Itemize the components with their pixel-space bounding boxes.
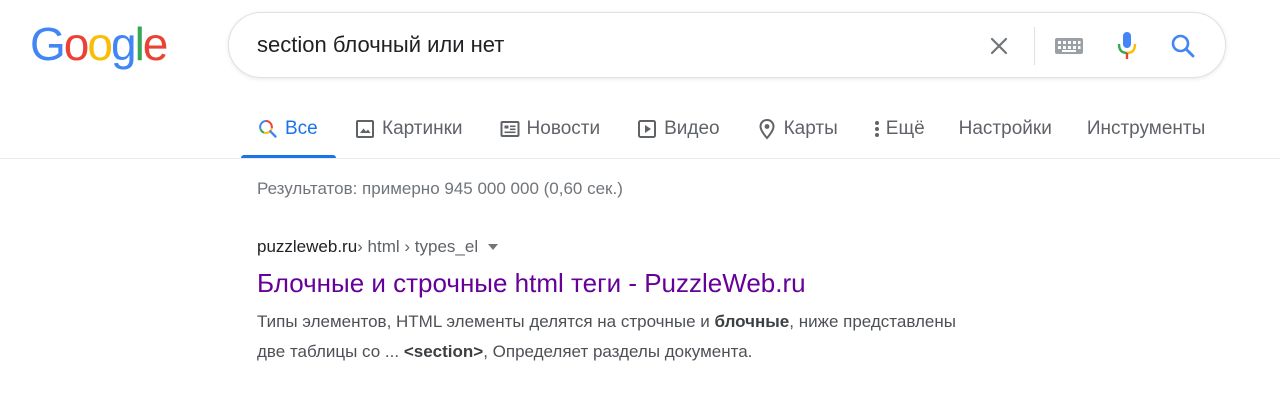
tab-news[interactable]: Новости <box>499 100 601 158</box>
tab-label: Ещё <box>885 118 925 139</box>
result-stats: Результатов: примерно 945 000 000 (0,60 … <box>257 179 623 198</box>
logo-letter: o <box>63 18 90 70</box>
snippet-text: Типы элементов, HTML элементы делятся на… <box>257 312 715 331</box>
snippet-text: , Определяет разделы документа. <box>483 342 753 361</box>
tab-label: Карты <box>783 118 838 139</box>
search-icon[interactable] <box>1165 28 1201 64</box>
snippet-highlight: <section> <box>403 342 484 361</box>
google-logo[interactable]: Google <box>30 16 169 72</box>
tab-label: Картинки <box>382 118 463 139</box>
tab-all[interactable]: Все <box>241 100 336 158</box>
search-box-divider <box>1034 27 1035 65</box>
snippet-text: , ниже представлены <box>789 312 956 331</box>
tab-label: Инструменты <box>1086 118 1206 139</box>
tab-settings[interactable]: Настройки <box>959 100 1052 158</box>
play-icon <box>636 118 658 140</box>
tab-label: Настройки <box>958 118 1052 139</box>
snippet-line: Типы элементов, HTML элементы делятся на… <box>257 307 1117 337</box>
microphone-icon[interactable] <box>1109 28 1145 64</box>
more-vert-icon <box>872 118 882 140</box>
clear-icon[interactable] <box>981 28 1017 64</box>
tab-label: Видео <box>664 118 720 139</box>
news-icon <box>499 118 521 140</box>
logo-letter: G <box>30 18 66 70</box>
chevron-down-icon[interactable] <box>488 244 499 250</box>
snippet-text: две таблицы со ... <box>257 342 404 361</box>
keyboard-icon[interactable] <box>1051 28 1087 64</box>
search-tabs: Все Картинки Новости Видео Карты Ещё Нас… <box>241 100 1205 158</box>
search-results-page: Google section блочный или нет Все Карти… <box>0 0 1280 403</box>
map-pin-icon <box>756 118 778 140</box>
logo-letter: o <box>87 18 113 70</box>
tab-label: Новости <box>526 118 601 139</box>
result-breadcrumbs: › html › types_el <box>357 237 479 256</box>
logo-letter: g <box>110 18 137 70</box>
result-url[interactable]: puzzleweb.ru › html › types_el <box>257 234 1117 260</box>
search-input[interactable] <box>257 30 957 60</box>
image-icon <box>354 118 376 140</box>
tab-label: Все <box>285 118 318 139</box>
result-snippet: Типы элементов, HTML элементы делятся на… <box>257 307 1117 367</box>
tab-tools[interactable]: Инструменты <box>1087 100 1205 158</box>
tabs-divider <box>0 158 1280 159</box>
tab-video[interactable]: Видео <box>636 100 720 158</box>
tab-maps[interactable]: Карты <box>756 100 838 158</box>
tab-more[interactable]: Ещё <box>872 100 925 158</box>
search-result: puzzleweb.ru › html › types_el Блочные и… <box>257 234 1117 367</box>
logo-letter: l <box>134 18 145 70</box>
snippet-line: две таблицы со ... <section>, Определяет… <box>257 337 1117 367</box>
result-title-link[interactable]: Блочные и строчные html теги - PuzzleWeb… <box>257 267 1117 299</box>
search-icon <box>257 118 279 140</box>
logo-letter: e <box>142 18 169 70</box>
search-box <box>228 12 1226 78</box>
tab-images[interactable]: Картинки <box>354 100 463 158</box>
snippet-highlight: блочные <box>714 312 790 331</box>
result-site: puzzleweb.ru <box>257 237 358 256</box>
